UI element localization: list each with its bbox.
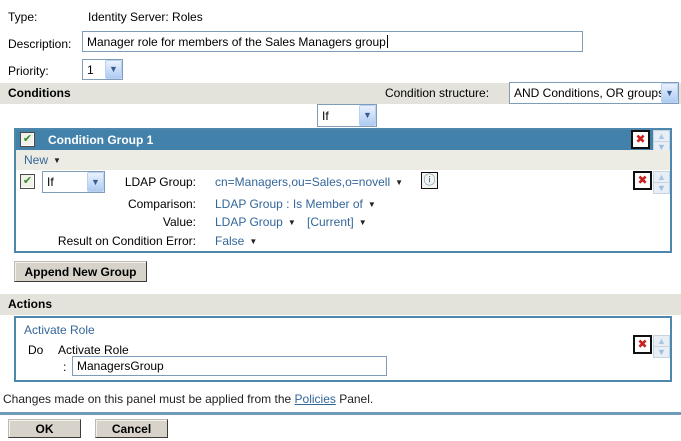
condition-structure-select[interactable]: AND Conditions, OR groups ▼	[509, 82, 679, 104]
append-new-group-button[interactable]: Append New Group	[14, 261, 147, 282]
move-down-icon[interactable]: ▼	[653, 347, 670, 358]
move-up-icon[interactable]: ▲	[653, 335, 670, 347]
actions-section-title: Actions	[8, 294, 52, 315]
action-name: Activate Role	[58, 343, 129, 357]
chevron-down-icon: ▼	[661, 83, 678, 103]
delete-condition-group-button[interactable]: ✖	[631, 130, 650, 149]
apply-note-text-after: Panel.	[336, 392, 373, 406]
ldap-group-value: cn=Managers,ou=Sales,o=novell	[215, 175, 390, 189]
description-label: Description:	[8, 37, 71, 51]
value-mode-dropdown[interactable]: LDAP Group ▼	[215, 215, 296, 229]
new-condition-menu[interactable]: New ▼	[24, 153, 61, 167]
apply-note-text-before: Changes made on this panel must be appli…	[3, 392, 295, 406]
menu-arrow-icon: ▼	[53, 156, 61, 165]
new-condition-menu-label: New	[24, 153, 48, 167]
comparison-dropdown[interactable]: LDAP Group : Is Member of ▼	[215, 197, 376, 211]
menu-arrow-icon: ▼	[395, 178, 403, 187]
condition-group-header: ✔ Condition Group 1 ✖ ▲ ▼	[16, 130, 670, 150]
delete-condition-button[interactable]: ✖	[633, 171, 652, 190]
cancel-button[interactable]: Cancel	[95, 419, 168, 438]
move-up-icon[interactable]: ▲	[653, 171, 670, 183]
condition-list-operator-select[interactable]: If ▼	[317, 104, 377, 127]
condition-group-new-row: New ▼	[16, 150, 670, 170]
ldap-group-dropdown[interactable]: cn=Managers,ou=Sales,o=novell ▼	[215, 175, 403, 189]
do-label: Do	[28, 343, 43, 357]
role-name-input[interactable]: ManagersGroup	[72, 356, 387, 376]
condition-move-control: ▲ ▼	[653, 171, 670, 191]
comparison-value: LDAP Group : Is Member of	[215, 197, 363, 211]
policies-link[interactable]: Policies	[295, 392, 336, 406]
value-selection-value: [Current]	[307, 215, 354, 229]
priority-label: Priority:	[8, 64, 49, 78]
result-on-error-value: False	[215, 234, 244, 248]
delete-action-button[interactable]: ✖	[633, 335, 652, 354]
text-caret	[387, 35, 388, 48]
menu-arrow-icon: ▼	[368, 200, 376, 209]
footer-divider	[0, 412, 681, 415]
menu-arrow-icon: ▼	[249, 237, 257, 246]
action-move-control: ▲ ▼	[653, 335, 670, 355]
chevron-down-icon: ▼	[105, 60, 122, 79]
value-label: Value:	[16, 215, 196, 229]
chevron-down-icon: ▼	[359, 105, 376, 126]
condition-group-move-control: ▲ ▼	[653, 130, 670, 150]
ok-button[interactable]: OK	[8, 419, 81, 438]
description-input[interactable]: Manager role for members of the Sales Ma…	[82, 31, 583, 52]
result-on-error-label: Result on Condition Error:	[16, 234, 196, 248]
menu-arrow-icon: ▼	[288, 218, 296, 227]
move-down-icon[interactable]: ▼	[653, 183, 670, 194]
priority-select[interactable]: 1 ▼	[82, 59, 123, 80]
description-input-value: Manager role for members of the Sales Ma…	[87, 35, 386, 49]
condition-group-enabled-checkbox[interactable]: ✔	[20, 132, 35, 147]
move-up-icon[interactable]: ▲	[653, 130, 670, 142]
activate-role-group-link[interactable]: Activate Role	[24, 323, 95, 337]
apply-note: Changes made on this panel must be appli…	[3, 392, 373, 406]
condition-structure-value: AND Conditions, OR groups	[510, 86, 661, 100]
conditions-section-title: Conditions	[8, 83, 71, 104]
condition-structure-label: Condition structure:	[385, 83, 489, 104]
actions-box: Activate Role Do Activate Role ✖ ▲ ▼ : M…	[14, 316, 672, 382]
policy-editor-panel: Type: Identity Server: Roles Description…	[0, 0, 681, 441]
comparison-label: Comparison:	[16, 197, 196, 211]
param-separator: :	[63, 360, 66, 374]
result-on-error-dropdown[interactable]: False ▼	[215, 234, 257, 248]
value-mode-value: LDAP Group	[215, 215, 283, 229]
condition-group-title: Condition Group 1	[48, 130, 153, 150]
value-selection-dropdown[interactable]: [Current] ▼	[307, 215, 367, 229]
priority-select-value: 1	[83, 63, 94, 77]
role-name-input-value: ManagersGroup	[77, 359, 164, 373]
condition-group-box: ✔ Condition Group 1 ✖ ▲ ▼ New▼ ✔ If ▼ LD…	[14, 128, 672, 253]
type-label: Type:	[8, 10, 37, 24]
condition-list-operator-value: If	[318, 109, 329, 123]
type-value: Identity Server: Roles	[88, 10, 203, 24]
info-icon[interactable]: ⓘ	[421, 172, 438, 189]
menu-arrow-icon: ▼	[359, 218, 367, 227]
actions-section-bar: Actions	[0, 294, 681, 315]
ldap-group-label: LDAP Group:	[16, 175, 196, 189]
